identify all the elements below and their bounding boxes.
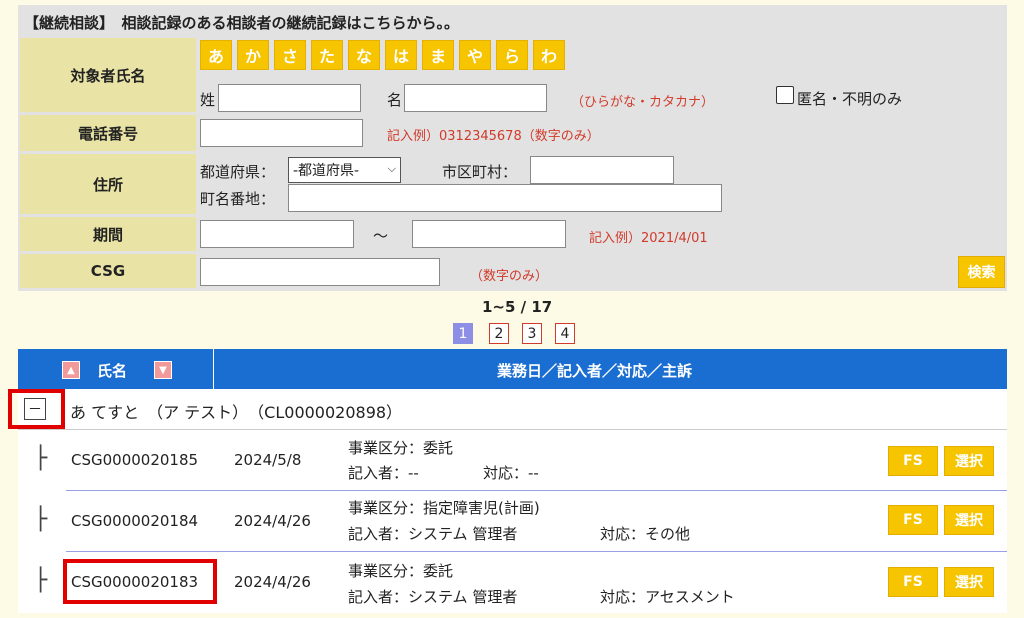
header-detail: 業務日／記入者／対応／主訴 bbox=[497, 362, 693, 380]
phone-input[interactable] bbox=[200, 119, 363, 147]
page-2[interactable]: 2 bbox=[489, 323, 509, 344]
tree-branch-icon: ├ bbox=[34, 446, 48, 471]
kana-button-ka[interactable]: か bbox=[237, 40, 269, 70]
period-start-input[interactable] bbox=[200, 220, 354, 248]
record-id[interactable]: CSG0000020185 bbox=[71, 451, 198, 469]
anonymous-label: 匿名・不明のみ bbox=[797, 90, 903, 108]
kana-button-wa[interactable]: わ bbox=[533, 40, 565, 70]
record-response: 対応：-- bbox=[483, 464, 539, 482]
record-writer: 記入者：-- bbox=[348, 464, 419, 482]
sort-asc-icon[interactable]: ▲ bbox=[62, 361, 80, 379]
fs-button[interactable]: FS bbox=[888, 567, 938, 597]
record-business: 事業区分：委託 bbox=[348, 562, 454, 580]
town-label: 町名番地： bbox=[200, 190, 276, 208]
header-name: 氏名 bbox=[97, 362, 128, 380]
record-writer: 記入者：システム 管理者 bbox=[348, 525, 518, 543]
page-3[interactable]: 3 bbox=[522, 323, 542, 344]
record-business: 事業区分：委託 bbox=[348, 439, 454, 457]
csg-hint: （数字のみ） bbox=[470, 269, 549, 284]
prefecture-select[interactable]: -都道府県- ⌵ bbox=[288, 157, 401, 183]
csg-label: CSG bbox=[20, 254, 196, 288]
period-hint: 記入例）2021/4/01 bbox=[589, 231, 708, 246]
record-date: 2024/5/8 bbox=[234, 451, 302, 469]
select-button[interactable]: 選択 bbox=[944, 505, 994, 535]
fs-button[interactable]: FS bbox=[888, 505, 938, 535]
tree-branch-icon: ├ bbox=[34, 568, 48, 593]
phone-label: 電話番号 bbox=[20, 115, 196, 151]
anonymous-checkbox[interactable] bbox=[776, 86, 794, 104]
kana-button-ma[interactable]: ま bbox=[422, 40, 454, 70]
kana-button-na[interactable]: な bbox=[348, 40, 380, 70]
record-date: 2024/4/26 bbox=[234, 573, 311, 591]
record-date: 2024/4/26 bbox=[234, 512, 311, 530]
kana-button-ha[interactable]: は bbox=[385, 40, 417, 70]
town-input[interactable] bbox=[288, 184, 722, 212]
kana-button-ra[interactable]: ら bbox=[496, 40, 528, 70]
kana-button-ya[interactable]: や bbox=[459, 40, 491, 70]
record-id[interactable]: CSG0000020184 bbox=[71, 512, 198, 530]
surname-label: 姓 bbox=[200, 91, 216, 109]
select-button[interactable]: 選択 bbox=[944, 446, 994, 476]
select-button[interactable]: 選択 bbox=[944, 567, 994, 597]
kana-button-sa[interactable]: さ bbox=[274, 40, 306, 70]
highlight-frame-record bbox=[63, 559, 217, 604]
chevron-down-icon: ⌵ bbox=[387, 162, 396, 175]
phone-hint: 記入例）0312345678（数字のみ） bbox=[387, 129, 600, 144]
period-end-input[interactable] bbox=[412, 220, 566, 248]
period-label: 期間 bbox=[20, 217, 196, 251]
client-name: あ てすと （ア テスト） （CL0000020898） bbox=[70, 403, 403, 422]
kana-button-ta[interactable]: た bbox=[311, 40, 343, 70]
period-separator: ～ bbox=[373, 227, 389, 245]
record-writer: 記入者：システム 管理者 bbox=[348, 588, 518, 606]
record-response: 対応：その他 bbox=[600, 525, 691, 543]
address-label: 住所 bbox=[20, 154, 196, 214]
record-response: 対応：アセスメント bbox=[600, 588, 735, 606]
fs-button[interactable]: FS bbox=[888, 446, 938, 476]
kana-button-a[interactable]: あ bbox=[200, 40, 232, 70]
name-hint: （ひらがな・カタカナ） bbox=[571, 95, 715, 110]
sort-desc-icon[interactable]: ▼ bbox=[154, 361, 172, 379]
csg-input[interactable] bbox=[200, 258, 440, 286]
panel-title: 【継続相談】 相談記録のある相談者の継続記録はこちらから。。 bbox=[24, 14, 460, 32]
page-4[interactable]: 4 bbox=[555, 323, 575, 344]
given-name-label: 名 bbox=[387, 91, 403, 109]
search-button[interactable]: 検索 bbox=[958, 256, 1005, 288]
page-1[interactable]: 1 bbox=[453, 323, 473, 344]
prefecture-selected: -都道府県- bbox=[293, 163, 360, 179]
record-business: 事業区分：指定障害児(計画) bbox=[348, 499, 540, 517]
surname-input[interactable] bbox=[218, 84, 361, 112]
given-name-input[interactable] bbox=[404, 84, 547, 112]
pagination-summary: 1~5 / 17 bbox=[482, 298, 553, 316]
prefecture-label: 都道府県： bbox=[200, 163, 276, 181]
subject-name-label: 対象者氏名 bbox=[20, 38, 196, 112]
city-input[interactable] bbox=[530, 156, 674, 184]
highlight-frame-toggle bbox=[8, 389, 65, 429]
tree-branch-icon: ├ bbox=[34, 507, 48, 532]
city-label: 市区町村： bbox=[442, 163, 518, 181]
header-divider bbox=[213, 349, 214, 389]
